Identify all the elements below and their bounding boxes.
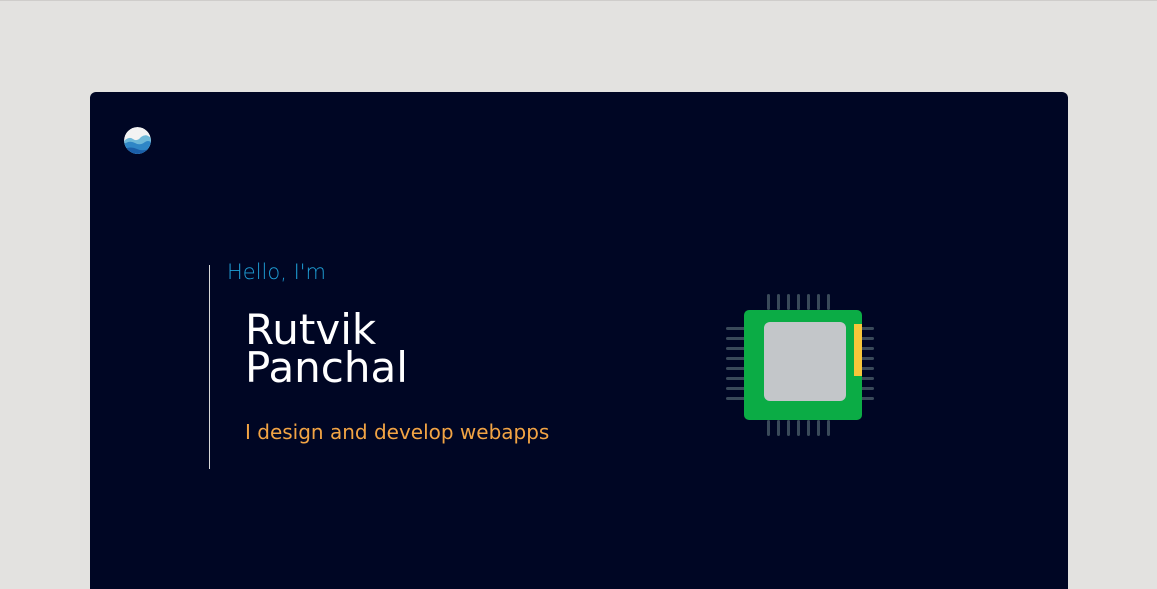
logo-icon[interactable] <box>124 127 151 154</box>
last-name: Panchal <box>245 343 408 392</box>
chip-core <box>764 322 846 401</box>
page: Hello, I'm Rutvik Panchal I design and d… <box>0 0 1157 589</box>
intro-block: Hello, I'm Rutvik Panchal I design and d… <box>209 260 630 469</box>
name-heading: Rutvik Panchal <box>245 309 408 392</box>
microchip-icon <box>726 294 874 436</box>
chip-accent <box>854 324 862 376</box>
greeting-text: Hello, I'm <box>227 260 327 284</box>
tagline-text: I design and develop webapps <box>245 420 550 444</box>
hero-card: Hello, I'm Rutvik Panchal I design and d… <box>90 92 1068 589</box>
